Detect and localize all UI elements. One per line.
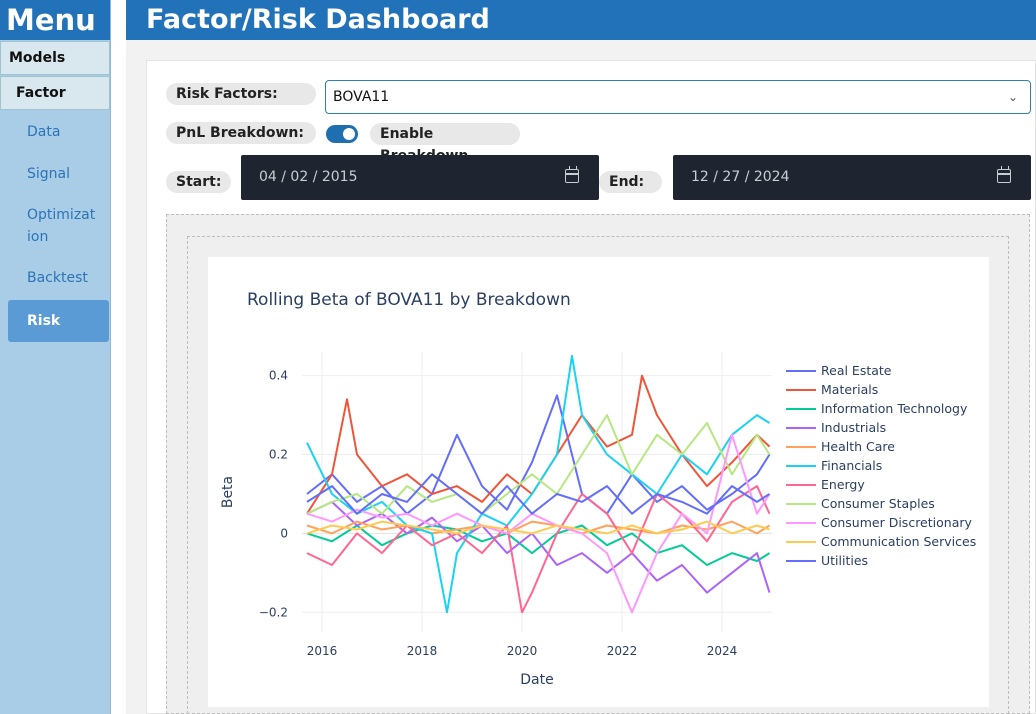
- start-date-input[interactable]: 04 / 02 / 2015: [241, 155, 599, 200]
- x-axis-title: Date: [520, 672, 553, 688]
- risk-factor-select[interactable]: BOVA11 ⌄: [325, 80, 1031, 114]
- calendar-icon[interactable]: [565, 166, 579, 183]
- y-tick-label: 0.2: [269, 448, 288, 462]
- legend-label: Communication Services: [821, 534, 976, 549]
- x-tick-label: 2020: [507, 644, 538, 658]
- sidebar-item-optimization[interactable]: Optimizat ion: [27, 204, 95, 248]
- enable-breakdown-label: Enable Breakdown: [370, 123, 520, 164]
- start-label: Start:: [166, 171, 231, 193]
- chart-title: Rolling Beta of BOVA11 by Breakdown: [247, 290, 571, 310]
- end-date-value: 12 / 27 / 2024: [691, 169, 790, 185]
- pnl-breakdown-label: PnL Breakdown:: [166, 122, 316, 144]
- legend-label: Information Technology: [821, 401, 968, 416]
- y-tick-label: −0.2: [259, 605, 288, 619]
- end-label: End:: [599, 171, 662, 193]
- sidebar-section-factor[interactable]: Factor: [0, 76, 110, 110]
- x-tick-label: 2018: [407, 644, 438, 658]
- y-axis-title: Beta: [220, 476, 236, 508]
- risk-factors-label: Risk Factors:: [166, 83, 316, 105]
- sidebar-item-signal[interactable]: Signal: [27, 163, 70, 185]
- legend-label: Real Estate: [821, 363, 892, 378]
- sidebar: Menu Models Factor Data Signal Optimizat…: [0, 0, 111, 714]
- breakdown-toggle[interactable]: [326, 125, 358, 143]
- x-tick-label: 2024: [707, 644, 738, 658]
- y-tick-label: 0: [280, 526, 288, 540]
- series-line: [306, 354, 771, 614]
- sidebar-gutter: [111, 0, 126, 714]
- toggle-knob: [343, 128, 355, 140]
- legend-label: Materials: [821, 382, 878, 397]
- legend-label: Utilities: [821, 553, 868, 568]
- legend-label: Consumer Staples: [821, 496, 935, 511]
- menu-title: Menu: [0, 0, 110, 40]
- rolling-beta-chart[interactable]: 0.4 0.2 0 −0.2 2016 2018 2020 2022 2024 Date Beta R…: [208, 257, 989, 707]
- chevron-down-icon[interactable]: ⌄: [1008, 81, 1018, 113]
- sidebar-item-risk[interactable]: Risk: [8, 300, 109, 342]
- legend-label: Consumer Discretionary: [821, 515, 972, 530]
- legend-label: Industrials: [821, 420, 886, 435]
- legend-label: Energy: [821, 477, 865, 492]
- x-tick-label: 2016: [307, 644, 338, 658]
- end-date-input[interactable]: 12 / 27 / 2024: [673, 155, 1031, 200]
- sidebar-section-models[interactable]: Models: [0, 41, 110, 75]
- risk-factor-value: BOVA11: [333, 89, 390, 105]
- sidebar-item-backtest[interactable]: Backtest: [27, 267, 88, 289]
- calendar-icon[interactable]: [997, 166, 1011, 183]
- legend-label: Financials: [821, 458, 882, 473]
- page-title: Factor/Risk Dashboard: [126, 0, 1036, 40]
- y-tick-label: 0.4: [269, 369, 288, 383]
- x-tick-label: 2022: [607, 644, 638, 658]
- legend-label: Health Care: [821, 439, 895, 454]
- start-date-value: 04 / 02 / 2015: [259, 169, 358, 185]
- sidebar-item-data[interactable]: Data: [27, 121, 60, 143]
